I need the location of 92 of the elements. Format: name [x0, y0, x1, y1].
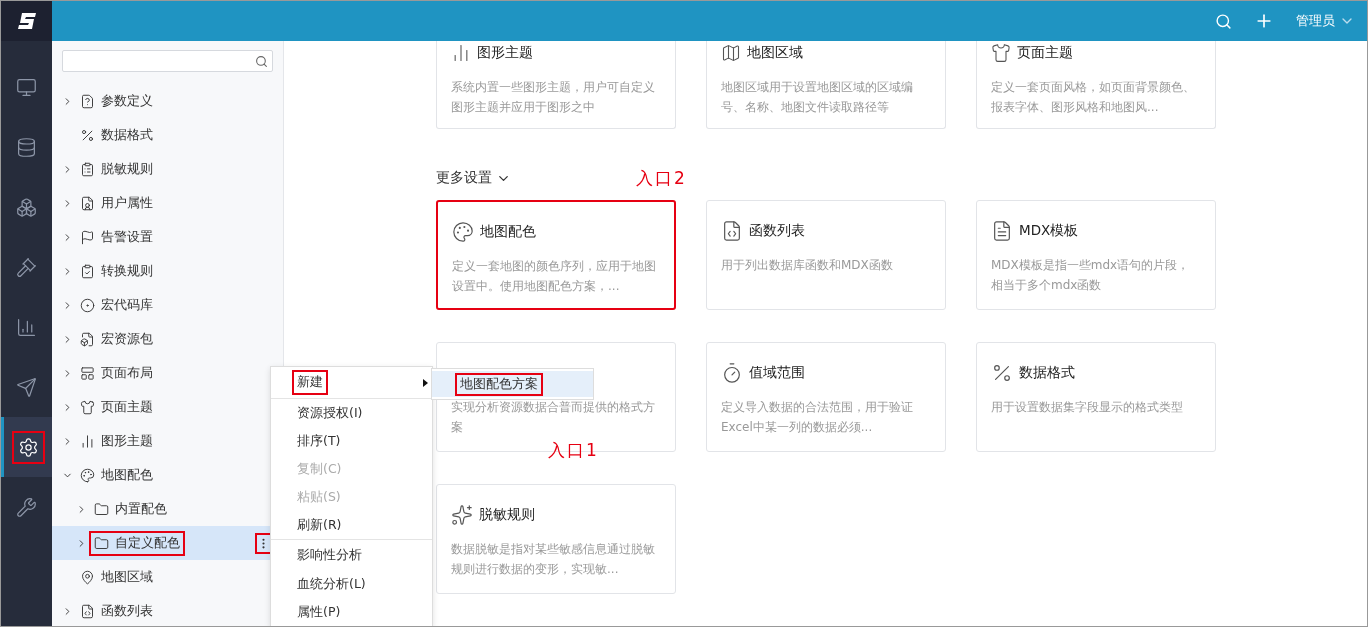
menu-item[interactable]: 刷新(R) [293, 513, 346, 537]
tree-item[interactable]: 函数列表 [76, 599, 157, 623]
card-description: MDX模板是指一些mdx语句的片段，相当于多个mdx函数 [991, 257, 1191, 294]
tree-item[interactable]: 参数定义 [76, 89, 157, 113]
boxes-icon [16, 196, 37, 218]
folder-icon [94, 535, 109, 551]
file-code-icon [721, 220, 743, 242]
settings-card[interactable]: 值域范围 定义导入数据的合法范围，用于验证Excel中某一列的数据必须... [706, 342, 946, 452]
chevron-right-icon[interactable] [76, 503, 87, 515]
clipboard-check-icon [80, 263, 95, 279]
palette-icon [80, 467, 95, 483]
database-icon [16, 136, 37, 158]
settings-card[interactable]: MDX模板 MDX模板是指一些mdx语句的片段，相当于多个mdx函数 [976, 200, 1216, 310]
clipboard-icon [80, 161, 95, 177]
sparkles-icon [451, 504, 473, 526]
card-title: MDX模板 [1019, 222, 1079, 240]
file-user-icon [80, 195, 95, 211]
flag-icon [80, 229, 95, 245]
layout-icon [80, 365, 95, 381]
file-box-icon [80, 331, 95, 347]
card-title: 图形主题 [451, 41, 661, 65]
settings-card[interactable]: 地图配色 定义一套地图的颜色序列，应用于地图设置中。使用地图配色方案，... [436, 200, 676, 310]
percent-icon [80, 127, 95, 143]
settings-card[interactable]: 页面主题 定义一套页面风格，如页面背景颜色、报表字体、图形风格和地图风... [976, 41, 1216, 129]
menu-item[interactable]: 排序(T) [293, 429, 345, 453]
folder-icon [94, 501, 109, 517]
gear-icon [17, 436, 39, 458]
document-icon [991, 220, 1013, 242]
card-title: 地图配色 [480, 223, 536, 241]
menu-item[interactable]: 新建 [293, 371, 327, 394]
tree-item[interactable]: 页面布局 [76, 361, 157, 385]
card-title: 脱敏规则 [479, 506, 535, 524]
settings-card[interactable]: 函数列表 用于列出数据库函数和MDX函数 [706, 200, 946, 310]
submenu-arrow-icon [423, 378, 428, 387]
tree-item[interactable]: 告警设置 [76, 225, 157, 249]
card-description: 定义一套地图的颜色序列，应用于地图设置中。使用地图配色方案，... [452, 258, 657, 295]
send-icon [16, 376, 37, 398]
bar-chart-icon [80, 433, 95, 449]
tree-item[interactable]: 数据格式 [76, 123, 157, 147]
file-question-icon [80, 93, 95, 109]
card-description: 定义导入数据的合法范围，用于验证Excel中某一列的数据必须... [721, 399, 914, 436]
menu-item[interactable]: 影响性分析 [293, 543, 366, 567]
card-title: 数据格式 [1019, 364, 1075, 382]
settings-card[interactable]: 图形主题 系统内置一些图形主题，用户可自定义图形主题并应用于图形之中 [436, 41, 676, 129]
card-description: 地图区域用于设置地图区域的区域编号、名称、地图文件读取路径等 [721, 79, 914, 116]
tree-item[interactable]: 图形主题 [76, 429, 157, 453]
annotation-label: 入口2 [636, 167, 687, 190]
more-button[interactable] [256, 533, 271, 553]
monitor-icon [16, 76, 37, 98]
card-title: 地图区域 [721, 41, 931, 65]
tree-item[interactable]: 用户属性 [76, 191, 157, 215]
search-icon[interactable] [1215, 12, 1232, 30]
settings-card[interactable]: 数据格式 用于设置数据集字段显示的格式类型 [976, 342, 1216, 452]
file-code-icon [80, 603, 95, 619]
card-title: 值域范围 [749, 364, 805, 382]
percent-icon [991, 362, 1013, 384]
palette-icon [452, 221, 474, 243]
tree-item[interactable]: 地图区域 [76, 565, 157, 589]
tree-item[interactable]: 地图配色 [76, 463, 157, 487]
map-pin-icon [80, 569, 95, 585]
shirt-icon [80, 399, 95, 415]
timer-icon [721, 362, 743, 384]
menu-item[interactable]: 属性(P) [293, 600, 345, 624]
more-settings-toggle[interactable]: 更多设置 [436, 169, 511, 187]
card-description: 数据脱敏是指对某些敏感信息通过脱敏规则进行数据的变形，实现敏... [451, 541, 656, 578]
card-description: 用于列出数据库函数和MDX函数 [721, 257, 894, 274]
circle-icon [80, 297, 95, 313]
bar-chart-icon [16, 316, 37, 338]
shirt-icon [991, 43, 1011, 63]
gavel-icon [16, 256, 37, 278]
tree-item[interactable]: 页面主题 [76, 395, 157, 419]
tree-item[interactable]: 内置配色 [90, 497, 171, 521]
menu-item[interactable]: 血统分析(L) [293, 572, 370, 596]
card-title: 页面主题 [991, 41, 1201, 65]
logo-icon[interactable] [1, 1, 52, 41]
tree-item[interactable]: 宏代码库 [76, 293, 157, 317]
map-icon [721, 43, 741, 63]
search-icon [255, 54, 268, 68]
tree-item[interactable]: 转换规则 [76, 259, 157, 283]
settings-card[interactable]: 脱敏规则 数据脱敏是指对某些敏感信息通过脱敏规则进行数据的变形，实现敏... [436, 484, 676, 594]
card-title: 函数列表 [749, 222, 805, 240]
tree-item[interactable]: 脱敏规则 [76, 157, 157, 181]
card-description: 系统内置一些图形主题，用户可自定义图形主题并应用于图形之中 [451, 79, 656, 116]
card-description: 定义一套页面风格，如页面背景颜色、报表字体、图形风格和地图风... [991, 79, 1196, 116]
tree-item[interactable]: 宏资源包 [76, 327, 157, 351]
menu-item[interactable]: 资源授权(I) [293, 401, 367, 425]
card-description: 用于设置数据集字段显示的格式类型 [991, 399, 1184, 416]
settings-card[interactable]: 地图区域 地图区域用于设置地图区域的区域编号、名称、地图文件读取路径等 [706, 41, 946, 129]
card-description: 实现分析资源数据合普而提供的格式方案 [451, 399, 656, 436]
tree-item[interactable]: 自定义配色 [90, 531, 184, 555]
search-field[interactable] [62, 50, 273, 72]
wrench-icon [16, 496, 37, 518]
